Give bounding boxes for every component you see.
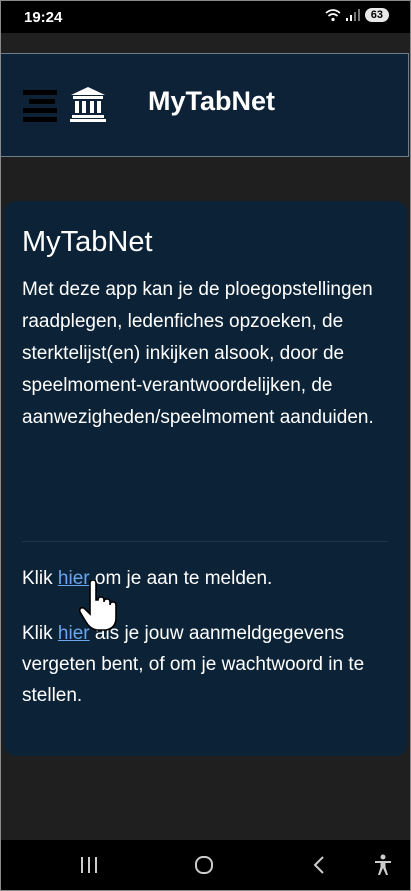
spacer [0, 33, 411, 53]
card-description: Met deze app kan je de ploegopstellingen… [22, 279, 374, 428]
navigation-bar [0, 840, 411, 891]
divider [22, 541, 388, 542]
accessibility-icon[interactable] [373, 854, 393, 876]
wifi-icon [325, 9, 341, 22]
app-bar: MyTabNet [0, 53, 409, 157]
recent-apps-icon[interactable] [80, 856, 98, 874]
reset-prefix: Klik [22, 623, 58, 644]
home-icon[interactable] [194, 855, 214, 875]
battery-indicator: 63 [364, 8, 389, 22]
signal-icon [345, 9, 360, 21]
bank-building-icon [70, 87, 106, 122]
status-time: 19:24 [24, 9, 63, 26]
card-title: MyTabNet [22, 226, 153, 258]
status-icons: 63 [325, 8, 389, 22]
hand-pointer-icon [78, 580, 117, 631]
info-card: MyTabNet Met deze app kan je de ploegops… [4, 201, 407, 756]
login-prefix: Klik [22, 568, 58, 589]
status-bar: 19:24 63 [0, 0, 411, 33]
back-icon[interactable] [310, 855, 328, 875]
app-title: MyTabNet [148, 86, 276, 116]
hamburger-menu-icon[interactable] [23, 90, 57, 122]
